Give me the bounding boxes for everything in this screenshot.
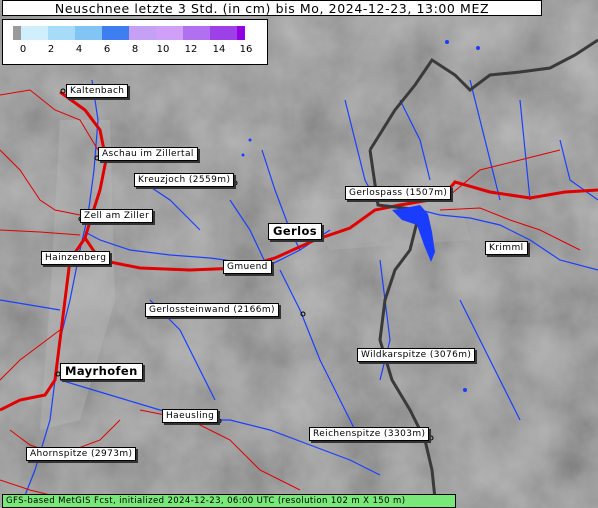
legend-tick: 12 [184, 44, 198, 55]
legend-over-swatch [237, 26, 245, 40]
legend-swatch-4 [129, 26, 156, 40]
legend-swatch-0 [21, 26, 48, 40]
legend-tick: 2 [47, 44, 55, 55]
place-label-kaltenbach: Kaltenbach [66, 84, 129, 98]
legend-under-swatch [13, 26, 21, 40]
place-label-krimml: Krimml [485, 241, 528, 255]
pass-label-gerlospass: Gerlospass (1507m) [345, 186, 452, 200]
legend-tick: 4 [75, 44, 83, 55]
place-label-hainzenberg: Hainzenberg [41, 251, 111, 265]
peak-label-kreuzjoch: Kreuzjoch (2559m) [134, 173, 235, 187]
legend-swatch-2 [75, 26, 102, 40]
legend-tick: 8 [131, 44, 139, 55]
legend-swatch-1 [48, 26, 75, 40]
legend-swatch-7 [210, 26, 237, 40]
place-label-aschau: Aschau im Zillertal [98, 147, 198, 161]
legend-tick: 10 [156, 44, 170, 55]
legend: 0 2 4 6 8 10 12 14 16 [2, 19, 268, 65]
peak-label-reichenspitze: Reichenspitze (3303m) [309, 427, 430, 441]
place-label-mayrhofen: Mayrhofen [60, 363, 143, 380]
legend-tick: 0 [19, 44, 27, 55]
legend-swatch-5 [156, 26, 183, 40]
place-label-zell-am-ziller: Zell am Ziller [80, 209, 154, 223]
peak-label-gerlossteinwand: Gerlossteinwand (2166m) [145, 303, 279, 317]
forecast-footer: GFS-based MetGIS Fcst, initialized 2024-… [2, 494, 456, 508]
place-label-haeusling: Haeusling [162, 409, 219, 423]
place-label-gerlos: Gerlos [268, 223, 322, 240]
legend-tick: 16 [239, 44, 253, 55]
legend-swatch-6 [183, 26, 210, 40]
legend-swatch-3 [102, 26, 129, 40]
legend-tick: 6 [103, 44, 111, 55]
map-title: Neuschnee letzte 3 Std. (in cm) bis Mo, … [2, 0, 542, 16]
legend-tick: 14 [212, 44, 226, 55]
place-label-gmuend: Gmuend [223, 260, 272, 274]
peak-label-ahornspitze: Ahornspitze (2973m) [26, 447, 137, 461]
legend-colorbar [13, 26, 245, 40]
legend-ticks: 0 2 4 6 8 10 12 14 16 [3, 44, 269, 58]
peak-label-wildkarspitze: Wildkarspitze (3076m) [357, 348, 476, 362]
